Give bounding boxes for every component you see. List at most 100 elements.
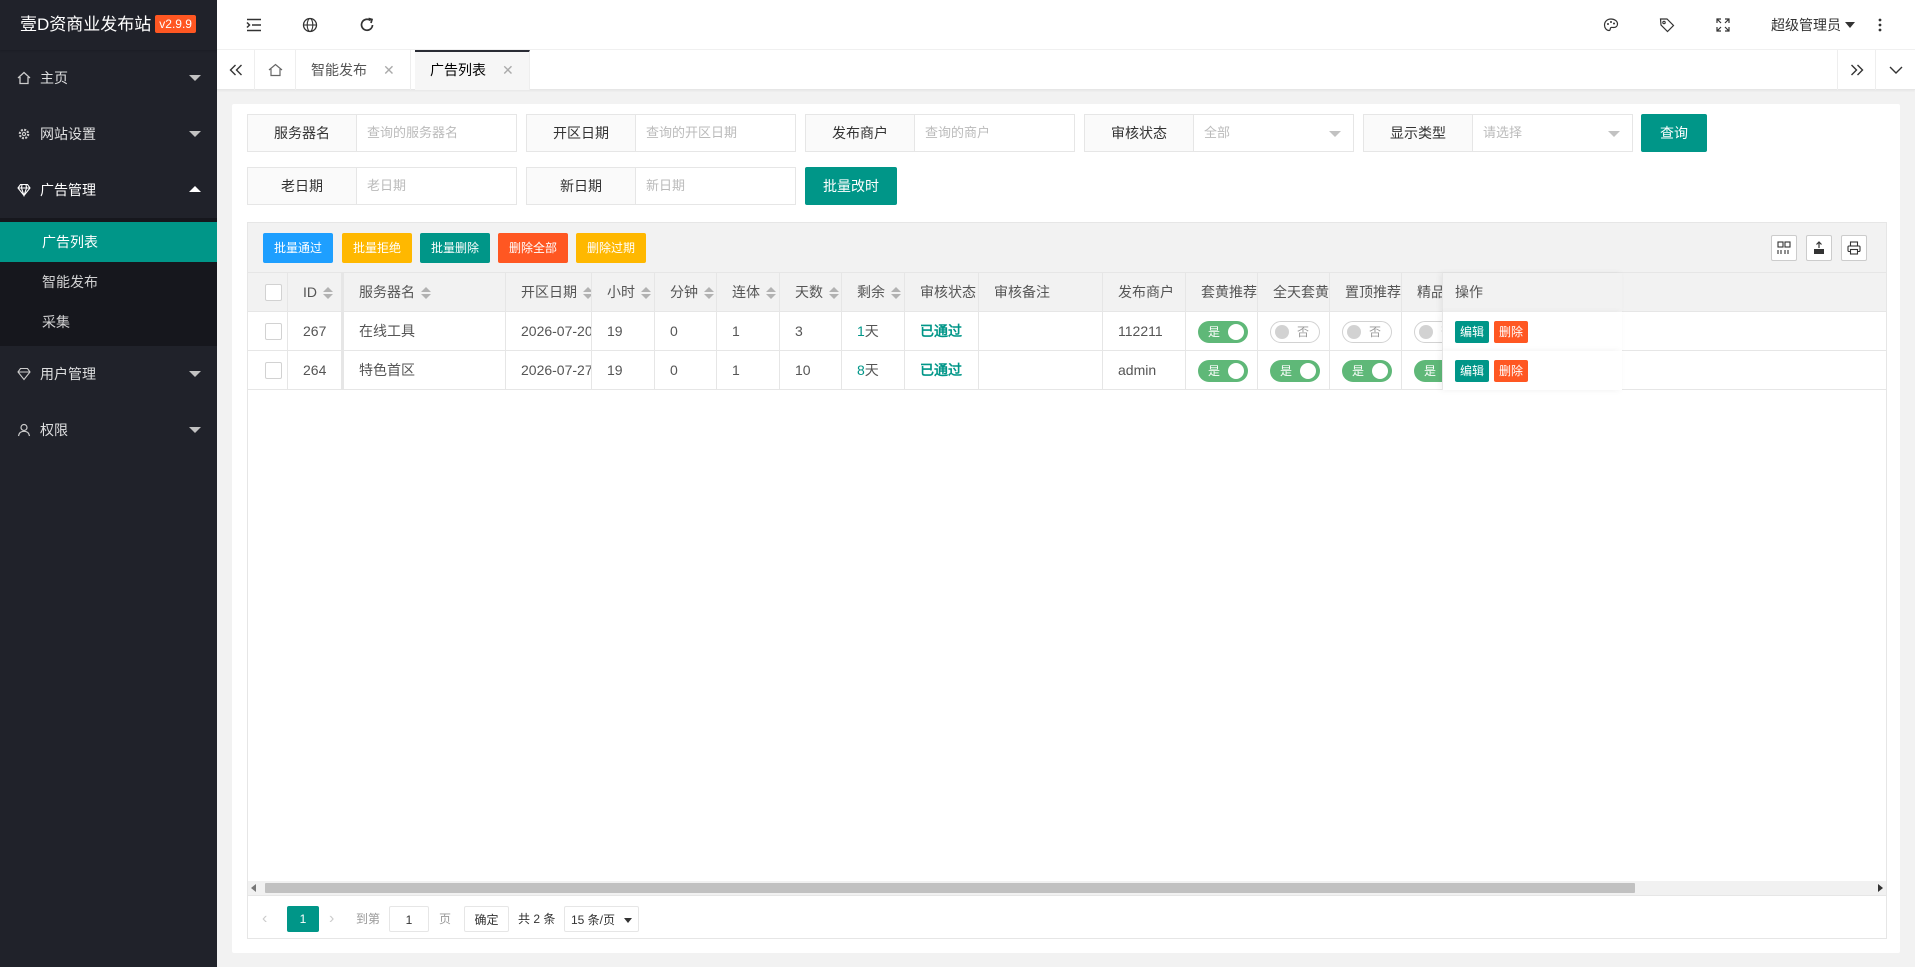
cell-days: 10 [780, 351, 842, 390]
col-header-id[interactable]: ID [288, 273, 342, 312]
edit-button[interactable]: 编辑 [1455, 360, 1490, 382]
audit-status-select[interactable]: 全部 [1194, 114, 1354, 152]
menu-toggle-icon[interactable] [234, 0, 274, 50]
yellow-recommend-toggle[interactable]: 是 [1198, 360, 1248, 383]
top-recommend-toggle[interactable]: 否 [1342, 321, 1392, 344]
prev-page-icon[interactable]: ‹ [262, 906, 267, 932]
table-row[interactable]: 264 特色首区 2026-07-27 19 0 1 10 8天 已通过 adm… [248, 351, 1886, 390]
col-header-remaining[interactable]: 剩余 [842, 273, 905, 312]
sidebar-subitem-smart-publish[interactable]: 智能发布 [0, 262, 217, 302]
display-type-select[interactable]: 请选择 [1473, 114, 1633, 152]
filter-old-date: 老日期 老日期 [247, 167, 517, 205]
filter-server-name: 服务器名 查询的服务器名 [247, 114, 517, 152]
batch-approve-button[interactable]: 批量通过 [263, 233, 334, 263]
col-header-merchant: 发布商户 [1103, 273, 1186, 312]
close-icon[interactable]: ✕ [383, 62, 395, 78]
old-date-input[interactable]: 老日期 [357, 167, 517, 205]
refresh-icon[interactable] [347, 0, 387, 50]
search-button[interactable]: 查询 [1641, 114, 1707, 152]
top-recommend-toggle[interactable]: 是 [1342, 360, 1392, 383]
scroll-left-arrow-icon[interactable] [251, 884, 256, 892]
close-icon[interactable]: ✕ [502, 62, 514, 78]
tag-icon[interactable] [1647, 0, 1687, 50]
fullscreen-icon[interactable] [1703, 0, 1743, 50]
merchant-input[interactable]: 查询的商户 [915, 114, 1075, 152]
edit-button[interactable]: 编辑 [1455, 321, 1490, 343]
goto-confirm-button[interactable]: 确定 [464, 906, 509, 932]
sidebar-item-site-settings[interactable]: 网站设置 [0, 106, 217, 162]
sort-icon[interactable] [641, 286, 651, 300]
tab-smart-publish[interactable]: 智能发布 ✕ [296, 50, 411, 90]
delete-all-button[interactable]: 删除全部 [498, 233, 569, 263]
select-all-checkbox[interactable] [265, 284, 282, 301]
table-row[interactable]: 267 在线工具 2026-07-20 19 0 1 3 1天 已通过 1122… [248, 312, 1886, 351]
app-logo[interactable]: 壹D资商业发布站 v2.9.9 [0, 0, 217, 50]
delete-button[interactable]: 删除 [1494, 360, 1529, 382]
col-header-top-recommend: 置顶推荐 [1330, 273, 1402, 312]
yellow-recommend-toggle[interactable]: 是 [1198, 321, 1248, 344]
col-header-server-name[interactable]: 服务器名 [342, 273, 506, 312]
all-day-yellow-toggle[interactable]: 是 [1270, 360, 1320, 383]
all-day-yellow-toggle[interactable]: 否 [1270, 321, 1320, 344]
sort-icon[interactable] [583, 286, 591, 300]
per-page-select[interactable]: 15 条/页 [564, 906, 639, 932]
scroll-right-arrow-icon[interactable] [1878, 884, 1883, 892]
sort-icon[interactable] [891, 286, 901, 300]
user-menu[interactable]: 超级管理员 [1771, 0, 1855, 50]
columns-filter-icon[interactable] [1771, 235, 1797, 261]
delete-button[interactable]: 删除 [1494, 321, 1529, 343]
print-icon[interactable] [1841, 235, 1867, 261]
sidebar-subitem-collect[interactable]: 采集 [0, 302, 217, 342]
scrollbar-thumb[interactable] [265, 883, 1635, 893]
col-header-actions: 操作 [1442, 273, 1622, 312]
sort-icon[interactable] [421, 286, 431, 300]
tab-home-icon[interactable] [255, 50, 296, 90]
tabs-scroll-left-icon[interactable] [217, 50, 255, 90]
cell-minute: 0 [655, 351, 717, 390]
sort-icon[interactable] [323, 286, 333, 300]
row-checkbox[interactable] [265, 323, 282, 340]
tabs-scroll-right-icon[interactable] [1837, 50, 1875, 90]
server-name-input[interactable]: 查询的服务器名 [357, 114, 517, 152]
cell-yellow-recommend: 是 [1186, 351, 1258, 390]
filter-merchant: 发布商户 查询的商户 [805, 114, 1075, 152]
row-checkbox[interactable] [265, 362, 282, 379]
col-header-hour[interactable]: 小时 [592, 273, 655, 312]
sidebar-item-label: 主页 [40, 70, 68, 86]
export-icon[interactable] [1806, 235, 1832, 261]
tabs-dropdown-icon[interactable] [1875, 50, 1915, 90]
sort-icon[interactable] [829, 286, 839, 300]
sidebar-item-label: 网站设置 [40, 126, 96, 142]
sidebar-item-ad-management[interactable]: 广告管理 [0, 162, 217, 218]
chevron-down-icon [189, 75, 201, 81]
sidebar-item-permissions[interactable]: 权限 [0, 402, 217, 458]
sidebar-item-home[interactable]: 主页 [0, 50, 217, 106]
sort-icon[interactable] [704, 286, 714, 300]
col-header-minute[interactable]: 分钟 [655, 273, 717, 312]
new-date-input[interactable]: 新日期 [636, 167, 796, 205]
col-header-lianti[interactable]: 连体 [717, 273, 780, 312]
col-header-all-day-yellow: 全天套黄 [1258, 273, 1330, 312]
sidebar-subitem-ad-list[interactable]: 广告列表 [0, 222, 217, 262]
theme-palette-icon[interactable] [1591, 0, 1631, 50]
filter-label: 服务器名 [247, 114, 357, 152]
batch-delete-button[interactable]: 批量删除 [420, 233, 491, 263]
sidebar-item-user-management[interactable]: 用户管理 [0, 346, 217, 402]
col-header-days[interactable]: 天数 [780, 273, 842, 312]
cell-audit-note [979, 351, 1103, 390]
page-number-input[interactable]: 1 [389, 906, 429, 932]
col-header-open-date[interactable]: 开区日期 [506, 273, 592, 312]
page-1-button[interactable]: 1 [287, 906, 319, 932]
more-vertical-icon[interactable] [1870, 0, 1890, 50]
globe-icon[interactable] [290, 0, 330, 50]
sidebar-item-label: 用户管理 [40, 366, 96, 382]
batch-change-time-button[interactable]: 批量改时 [805, 167, 897, 205]
next-page-icon[interactable]: › [329, 906, 334, 932]
open-date-input[interactable]: 查询的开区日期 [636, 114, 796, 152]
horizontal-scrollbar[interactable] [248, 881, 1886, 895]
delete-expired-button[interactable]: 删除过期 [576, 233, 647, 263]
user-icon [16, 402, 32, 458]
tab-ad-list[interactable]: 广告列表 ✕ [415, 50, 530, 90]
sort-icon[interactable] [766, 286, 776, 300]
batch-reject-button[interactable]: 批量拒绝 [342, 233, 413, 263]
